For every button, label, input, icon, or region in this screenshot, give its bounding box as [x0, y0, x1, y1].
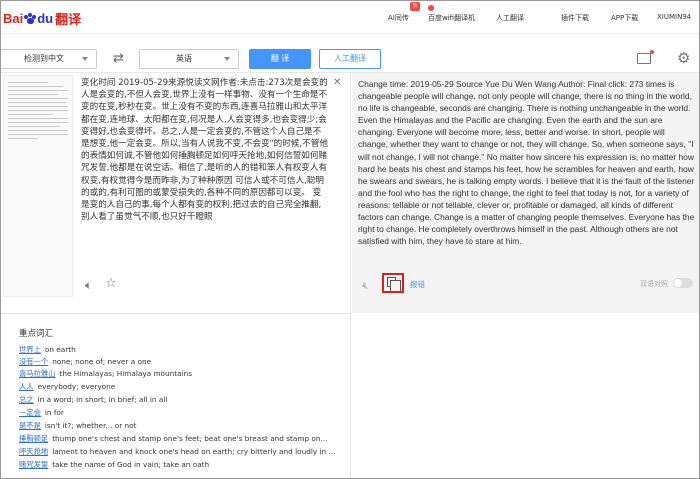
list-item: 世界上 on earth [19, 345, 76, 355]
translation-output: Change time: 2019-05-29 Source Yue Du We… [358, 79, 695, 247]
baidu-translate-logo[interactable]: Bai du 翻译 [3, 9, 81, 28]
nav-app-download[interactable]: APP下载 [611, 13, 638, 23]
target-language-label: 英语 [176, 54, 192, 63]
vocab-definition: isn't it?; whether... or not [44, 421, 137, 430]
nav-ai-interpreting[interactable]: AI同传 [388, 13, 409, 23]
logo-bai-text: Bai [3, 11, 24, 26]
vocab-definition: on earth [44, 345, 76, 354]
list-item: 人人 everybody; everyone [19, 382, 115, 392]
chevron-down-icon [224, 57, 230, 61]
vocab-term-link[interactable]: 呼天抢地 [19, 447, 48, 456]
bilingual-compare-label: 双语对照 [640, 280, 668, 288]
result-panel: Change time: 2019-05-29 Source Yue Du We… [352, 73, 699, 313]
target-language-select[interactable]: 英语 [139, 49, 239, 69]
speaker-icon[interactable]: 🔇︎ [362, 279, 369, 293]
vocab-term-link[interactable]: 一定会 [19, 408, 41, 417]
list-item: 一定会 in for [19, 408, 64, 418]
new-dot-icon [428, 5, 434, 11]
vocab-term-link[interactable]: 总之 [19, 395, 34, 404]
vocab-definition: lament to heaven and knock one's head on… [52, 447, 336, 456]
document-thumbnail[interactable] [3, 75, 73, 297]
translate-button[interactable]: 翻 译 [249, 49, 311, 69]
vocab-definition: everybody; everyone [37, 382, 116, 391]
vocab-definition: the Himalayas; Himalaya mountains [59, 369, 193, 378]
copy-icon[interactable] [387, 277, 401, 292]
favorites-icon[interactable] [637, 50, 654, 64]
speaker-icon[interactable]: 🔈︎ [85, 278, 92, 293]
source-text-input[interactable]: 变化时间 2019-05-29来源悦读文网作者:未点击:273次是会变的人是会变… [81, 77, 329, 223]
chevron-down-icon [82, 57, 88, 61]
list-item: 是不是 isn't it?; whether... or not [19, 421, 136, 431]
star-icon[interactable]: ☆ [105, 276, 117, 291]
list-item: 捶胸顿足 thump one's chest and stamp one's fe… [19, 434, 328, 444]
vocab-term-link[interactable]: 没有一个 [19, 357, 48, 366]
list-item: 总之 in a word; in short; in brief; all in … [19, 395, 167, 405]
nav-human-translation[interactable]: 人工翻译 [496, 13, 524, 23]
paw-icon [24, 12, 37, 25]
list-item: 没有一个 none; none of; never a one [19, 357, 151, 367]
vocab-definition: thump one's chest and stamp one's feet; … [52, 434, 328, 443]
vocab-definition: in a word; in short; in brief; all in al… [37, 395, 168, 404]
top-nav-bar: Bai du 翻译 热 AI同传 百度wifi翻译机 人工翻译 插件下载 APP… [1, 1, 699, 34]
human-translation-button[interactable]: 人工翻译 [319, 49, 381, 69]
vocab-term-link[interactable]: 世界上 [19, 345, 41, 354]
language-toolbar: 检测到中文 ⇄ 英语 翻 译 人工翻译 [1, 45, 699, 71]
source-panel: 变化时间 2019-05-29来源悦读文网作者:未点击:273次是会变的人是会变… [1, 73, 351, 313]
source-language-select[interactable]: 检测到中文 [1, 49, 97, 69]
translate-window: Bai du 翻译 热 AI同传 百度wifi翻译机 人工翻译 插件下载 APP… [0, 0, 700, 479]
list-item: 赌咒发誓 take the name of God in vain; take a… [19, 460, 209, 470]
vocab-term-link[interactable]: 捶胸顿足 [19, 434, 48, 443]
vocab-term-link[interactable]: 是不是 [19, 421, 41, 430]
source-language-label: 检测到中文 [24, 54, 64, 63]
gear-icon[interactable]: ⚙ [677, 49, 690, 67]
logo-trans-text: 翻译 [55, 12, 82, 27]
hot-badge: 热 [410, 2, 420, 11]
vocab-definition: none; none of; never a one [52, 357, 152, 366]
vocabulary-title: 重点词汇 [19, 329, 54, 339]
nav-wifi-translator[interactable]: 百度wifi翻译机 [428, 13, 475, 23]
vocab-term-link[interactable]: 人人 [19, 382, 34, 391]
key-vocabulary-panel: 重点词汇 世界上 on earth 没有一个 none; none of; neve… [1, 313, 351, 478]
list-item: 呼天抢地 lament to heaven and knock one's hea… [19, 447, 335, 457]
vocab-definition: in for [44, 408, 64, 417]
swap-languages-icon[interactable]: ⇄ [113, 51, 124, 66]
vocab-definition: take the name of God in vain; take an oa… [52, 460, 210, 469]
report-error-link[interactable]: 报错 [410, 279, 425, 290]
logo-du-text: du [37, 11, 54, 26]
nav-plugin-download[interactable]: 插件下载 [561, 13, 589, 23]
vocab-term-link[interactable]: 赌咒发誓 [19, 460, 48, 469]
bilingual-compare-toggle[interactable] [673, 278, 693, 288]
close-icon[interactable]: ✕ [333, 77, 341, 88]
vocab-term-link[interactable]: 喜马拉雅山 [19, 369, 55, 378]
nav-user-account[interactable]: XIUMIN94 [657, 13, 691, 21]
list-item: 喜马拉雅山 the Himalayas; Himalaya mountains [19, 369, 192, 379]
